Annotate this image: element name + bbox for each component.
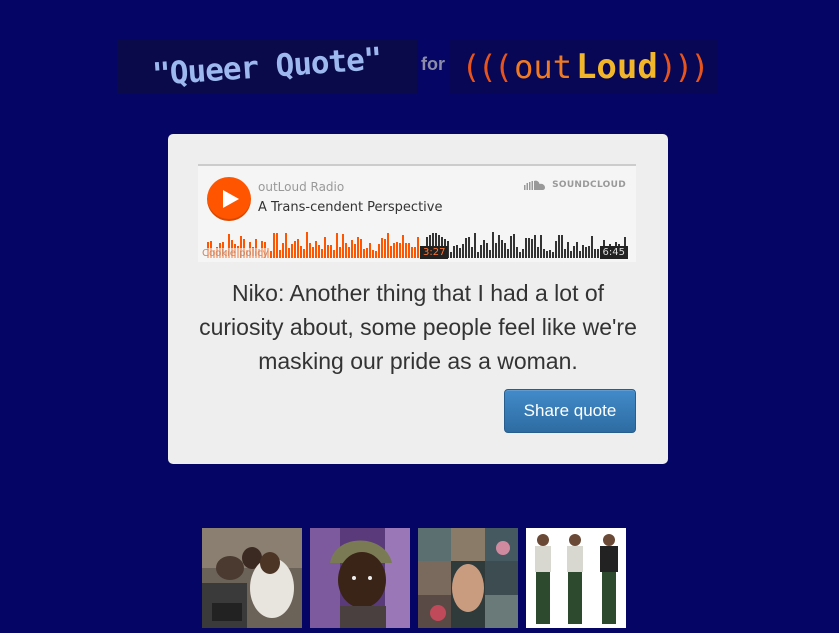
thumbnail-radio-studio[interactable] [202,528,302,628]
quote-text: Niko: Another thing that I had a lot of … [199,280,637,374]
share-quote-button[interactable]: Share quote [504,389,636,433]
for-label: for [421,54,445,74]
thumbnail-portrait-beanie[interactable] [310,528,410,628]
soundcloud-icon [524,180,546,190]
thumbnail-strip [202,528,626,628]
waveform[interactable] [207,228,627,258]
outloud-logo-out: out [514,48,572,86]
queer-quote-logo[interactable]: "Queer Quote" [117,40,417,94]
share-quote-label: Share quote [523,401,617,420]
outloud-logo-close: ))) [657,48,710,86]
outloud-logo-loud: Loud [575,47,658,87]
soundcloud-brand[interactable]: SOUNDCLOUD [524,180,626,190]
thumbnail-three-figures[interactable] [526,528,626,628]
soundcloud-player: outLoud Radio A Trans-cendent Perspectiv… [198,164,636,262]
outloud-logo[interactable]: ((( out Loud ))) [450,40,718,94]
outloud-logo-open: ((( [461,48,513,86]
current-time: 3:27 [420,246,449,259]
soundcloud-brand-label: SOUNDCLOUD [552,180,626,190]
track-title[interactable]: A Trans-cendent Perspective [258,200,442,215]
track-duration: 6:45 [599,246,628,259]
queer-quote-logo-text: "Queer Quote" [151,41,383,93]
cookie-policy-link[interactable]: Cookie policy [202,248,269,259]
quote-card: outLoud Radio A Trans-cendent Perspectiv… [168,134,668,464]
play-icon [223,190,239,208]
play-button[interactable] [207,177,251,221]
thumbnail-collage[interactable] [418,528,518,628]
track-user[interactable]: outLoud Radio [258,180,344,194]
